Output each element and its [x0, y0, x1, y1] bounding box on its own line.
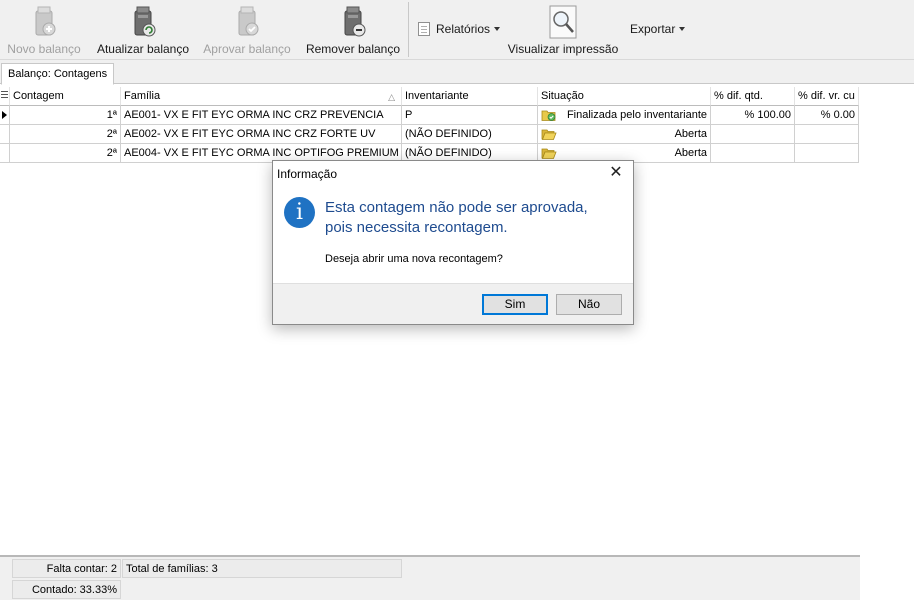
cell-situacao: Aberta — [538, 125, 711, 144]
refresh-inventory-icon — [134, 6, 156, 37]
table-row[interactable]: 2ª AE002- VX E FIT EYC ORMA INC CRZ FORT… — [0, 125, 860, 144]
dialog-message-line1: Esta contagem não pode ser aprovada, — [325, 199, 588, 216]
sort-ascending-icon: △ — [388, 92, 395, 102]
current-row-indicator — [0, 106, 10, 125]
cell-familia: AE002- VX E FIT EYC ORMA INC CRZ FORTE U… — [121, 125, 402, 144]
print-preview-label: Visualizar impressão — [507, 42, 619, 56]
table-row[interactable]: 1ª AE001- VX E FIT EYC ORMA INC CRZ PREV… — [0, 106, 860, 125]
yes-button[interactable]: Sim — [482, 294, 548, 315]
info-icon: i — [284, 197, 315, 228]
dialog-question: Deseja abrir uma nova recontagem? — [325, 253, 503, 265]
cell-situacao: Finalizada pelo inventariante — [538, 106, 711, 125]
close-icon[interactable]: ✕ — [607, 165, 625, 183]
cell-dif-qtd — [711, 125, 795, 144]
remaining-count: Falta contar: 2 — [12, 559, 121, 578]
cell-dif-vr: % 0.00 — [795, 106, 859, 125]
no-button[interactable]: Não — [556, 294, 622, 315]
report-document-icon — [418, 22, 430, 36]
toolbar: Novo balanço Atualizar balanço Aprovar b… — [0, 0, 914, 60]
tab-strip: Balanço: Contagens — [0, 60, 914, 85]
total-families: Total de famílias: 3 — [122, 559, 402, 578]
dialog-title: Informação — [277, 167, 338, 181]
magnifier-icon — [549, 5, 577, 39]
cell-dif-vr — [795, 125, 859, 144]
dialog-button-bar: Sim Não — [273, 283, 633, 324]
open-folder-icon — [541, 148, 557, 159]
reports-dropdown[interactable]: Relatórios — [418, 22, 501, 36]
grid-header-row: Contagem Família △ Inventariante Situaçã… — [0, 87, 860, 106]
chevron-down-icon — [494, 27, 501, 31]
information-dialog: Informação ✕ i Esta contagem não pode se… — [272, 160, 634, 325]
cell-contagem: 2ª — [10, 125, 121, 144]
cell-dif-qtd — [711, 144, 795, 163]
new-inventory-button[interactable]: Novo balanço — [4, 0, 84, 60]
cell-inventariante: (NÃO DEFINIDO) — [402, 125, 538, 144]
column-header-situacao[interactable]: Situação — [538, 87, 711, 106]
remove-inventory-button[interactable]: Remover balanço — [305, 0, 401, 60]
chevron-down-icon — [679, 27, 686, 31]
export-dropdown[interactable]: Exportar — [630, 22, 686, 36]
approve-inventory-icon — [238, 6, 259, 36]
cell-dif-qtd: % 100.00 — [711, 106, 795, 125]
column-chooser-icon[interactable] — [0, 87, 10, 106]
print-preview-button[interactable]: Visualizar impressão — [506, 0, 620, 60]
cell-familia: AE001- VX E FIT EYC ORMA INC CRZ PREVENC… — [121, 106, 402, 125]
dialog-message: Esta contagem não pode ser aprovada, poi… — [325, 198, 625, 238]
summary-footer: Falta contar: 2 Total de famílias: 3 Con… — [0, 555, 860, 600]
approve-inventory-button[interactable]: Aprovar balanço — [202, 0, 292, 60]
cell-contagem: 2ª — [10, 144, 121, 163]
reports-label: Relatórios — [436, 22, 491, 36]
dialog-message-line2: pois necessita recontagem. — [325, 219, 508, 236]
row-indicator — [0, 144, 10, 163]
refresh-inventory-button[interactable]: Atualizar balanço — [96, 0, 190, 60]
new-inventory-icon — [35, 6, 56, 36]
column-header-inventariante[interactable]: Inventariante — [402, 87, 538, 106]
toolbar-separator — [408, 2, 409, 57]
new-inventory-label: Novo balanço — [7, 42, 81, 56]
remove-inventory-label: Remover balanço — [305, 42, 401, 56]
column-header-dif-vr[interactable]: % dif. vr. cu — [795, 87, 859, 106]
situacao-text: Finalizada pelo inventariante — [566, 109, 707, 121]
counts-grid: Contagem Família △ Inventariante Situaçã… — [0, 87, 860, 163]
situacao-text: Aberta — [674, 128, 707, 140]
tab-balanco-contagens[interactable]: Balanço: Contagens — [1, 63, 115, 85]
export-label: Exportar — [630, 22, 676, 36]
row-indicator — [0, 125, 10, 144]
refresh-inventory-label: Atualizar balanço — [96, 42, 190, 56]
column-header-dif-qtd[interactable]: % dif. qtd. — [711, 87, 795, 106]
finished-folder-icon — [541, 110, 556, 121]
cell-dif-vr — [795, 144, 859, 163]
remove-inventory-icon — [344, 6, 366, 37]
cell-contagem: 1ª — [10, 106, 121, 125]
column-header-familia-label: Família — [124, 90, 161, 102]
cell-inventariante: P — [402, 106, 538, 125]
open-folder-icon — [541, 129, 557, 140]
approve-inventory-label: Aprovar balanço — [203, 42, 291, 56]
column-header-familia[interactable]: Família △ — [121, 87, 402, 106]
counted-percent: Contado: 33.33% — [12, 580, 121, 599]
column-header-contagem[interactable]: Contagem — [10, 87, 121, 106]
